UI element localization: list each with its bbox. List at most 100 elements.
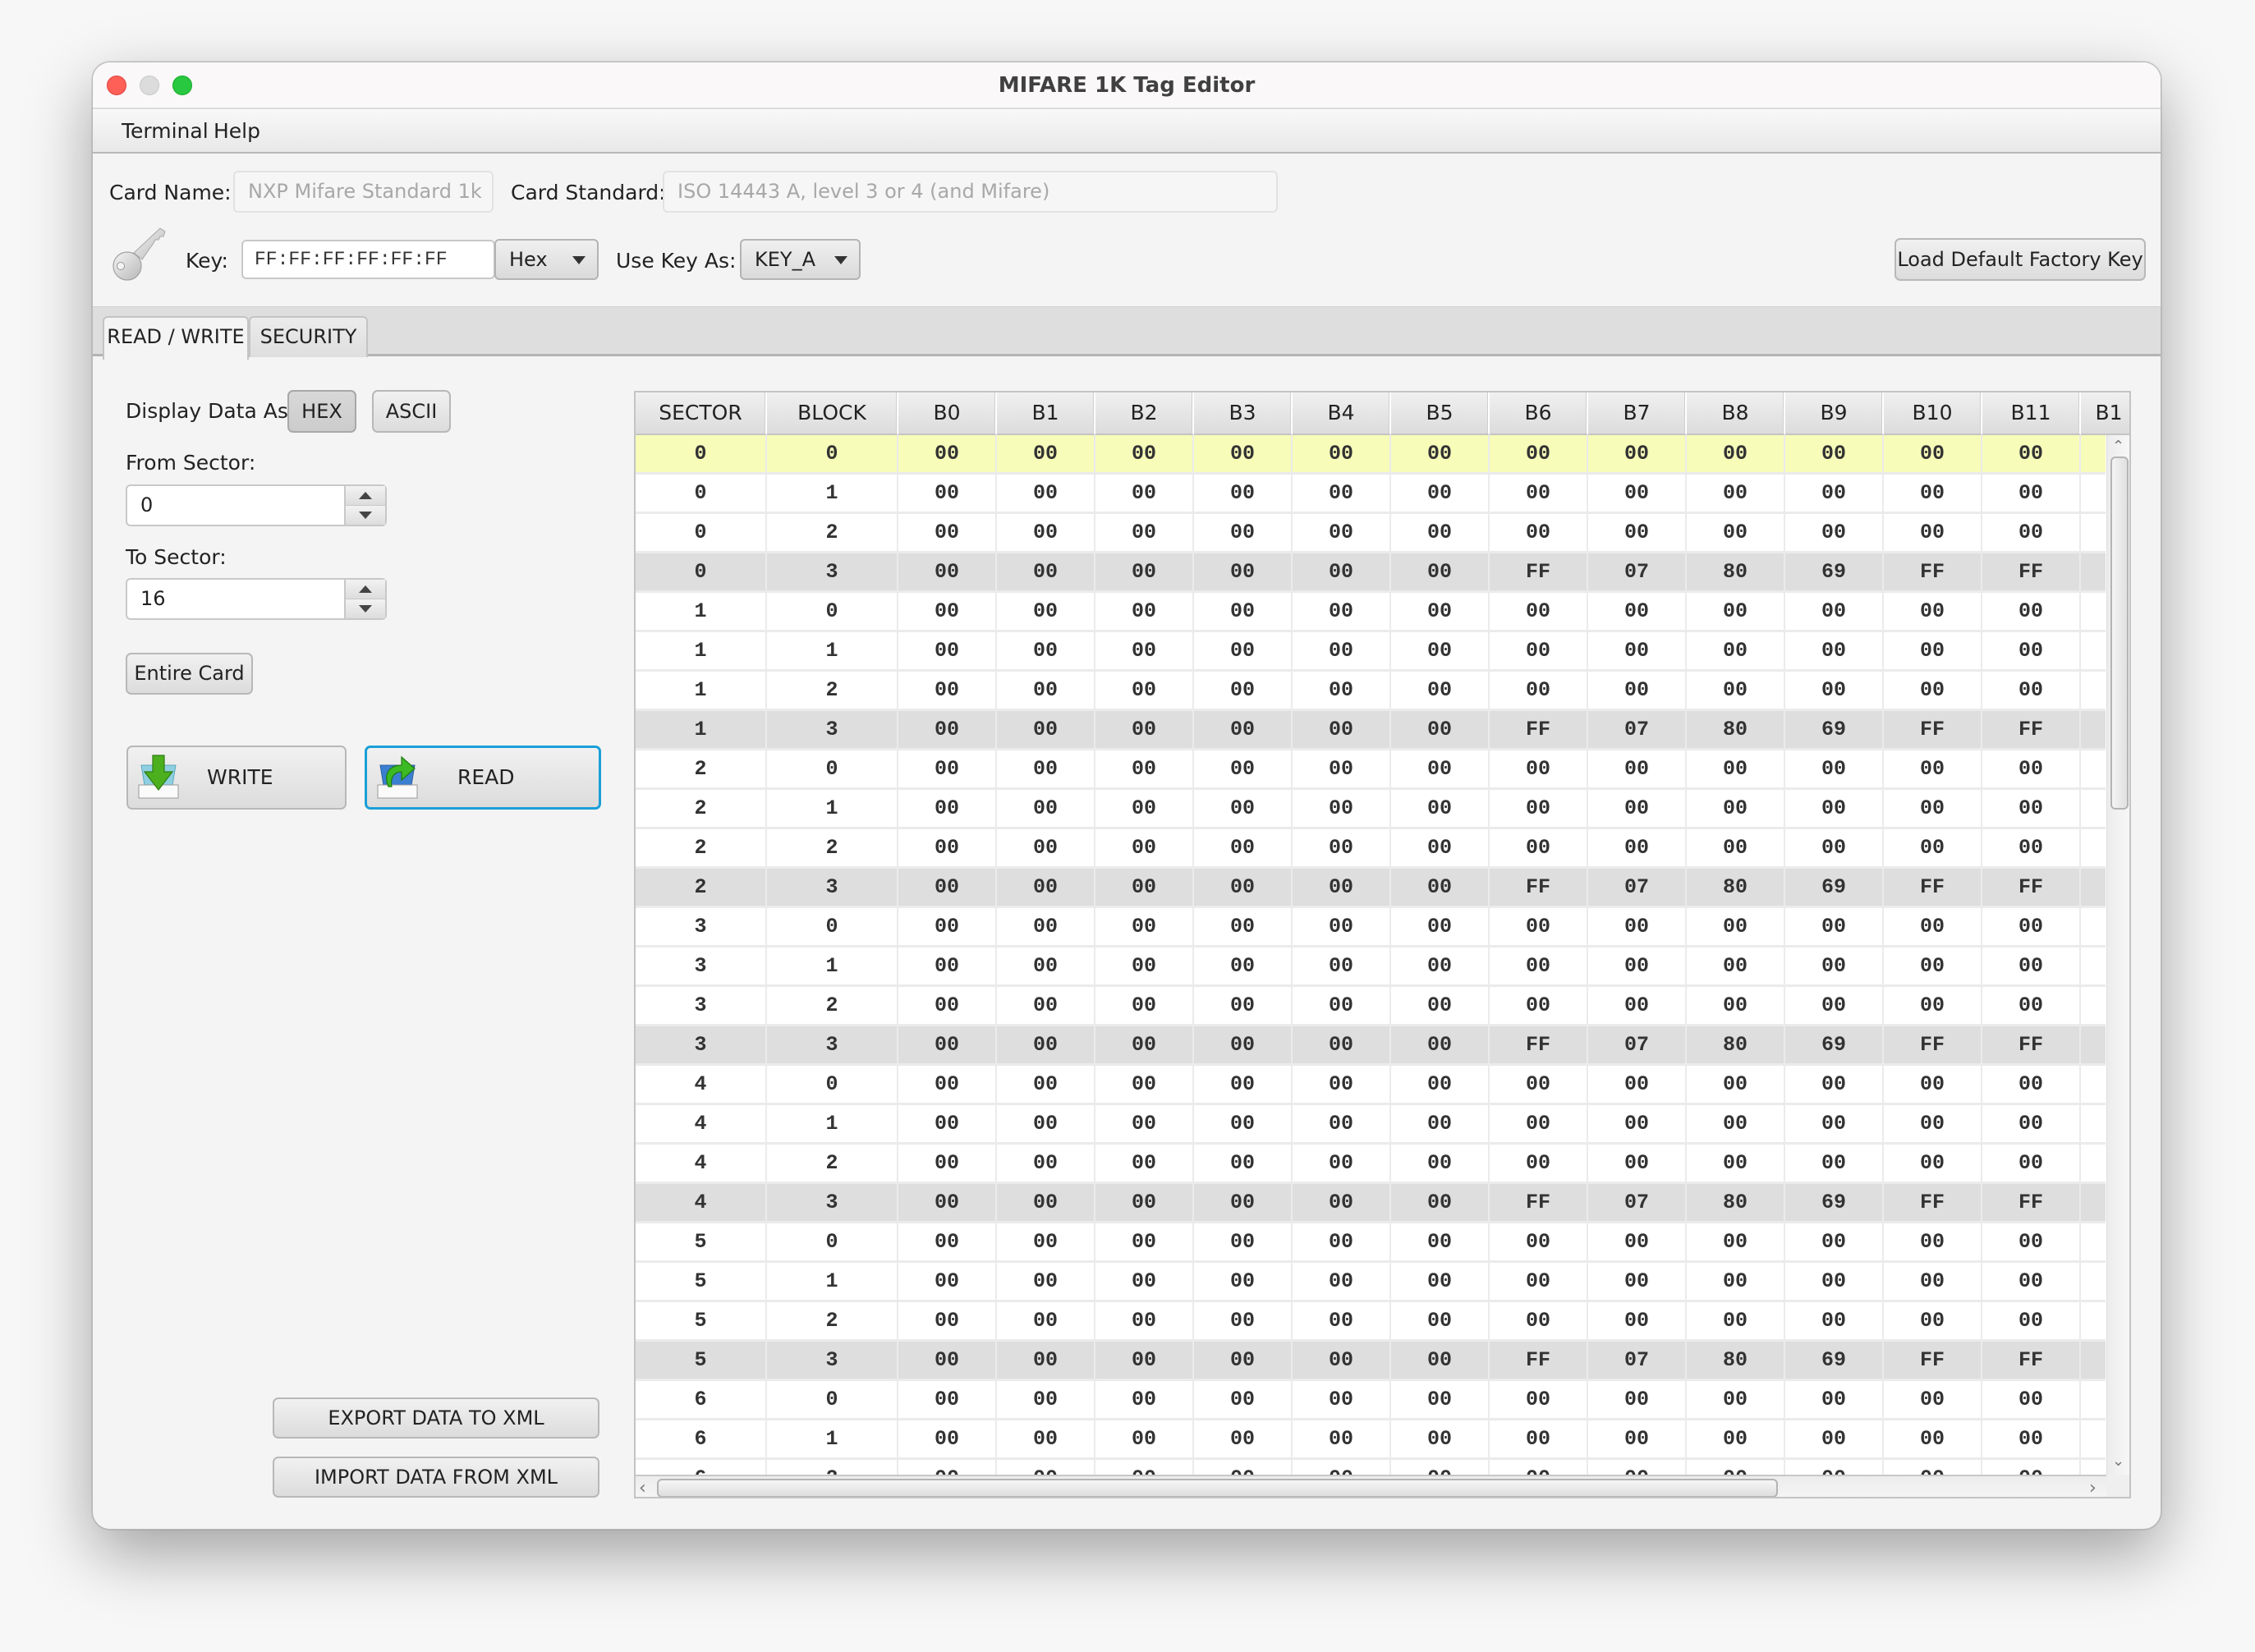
block-cell[interactable]: 3 [767, 1184, 898, 1223]
byte-cell[interactable]: 00 [1194, 829, 1293, 869]
vertical-scrollbar[interactable]: ⌃ ⌄ [2106, 435, 2129, 1478]
byte-cell[interactable]: 00 [1490, 1381, 1588, 1420]
byte-cell[interactable]: 80 [1687, 1026, 1785, 1066]
byte-cell[interactable]: 00 [1490, 1263, 1588, 1302]
byte-cell[interactable]: 00 [1884, 1145, 1982, 1184]
sector-cell[interactable]: 1 [636, 632, 767, 672]
byte-cell[interactable]: 00 [898, 1263, 997, 1302]
sector-cell[interactable]: 0 [636, 435, 767, 475]
byte-cell[interactable]: 00 [1194, 1066, 1293, 1105]
sector-cell[interactable]: 2 [636, 829, 767, 869]
column-header-b1[interactable]: B1 [2081, 392, 2129, 435]
byte-cell[interactable]: FF [1884, 1184, 1982, 1223]
column-header-b8[interactable]: B8 [1687, 392, 1785, 435]
byte-cell[interactable]: 00 [1293, 908, 1391, 948]
block-cell[interactable]: 1 [767, 1105, 898, 1145]
byte-cell[interactable]: 00 [1588, 908, 1687, 948]
sector-cell[interactable]: 4 [636, 1066, 767, 1105]
byte-cell[interactable]: 00 [1588, 987, 1687, 1026]
byte-cell[interactable]: 00 [1884, 1420, 1982, 1460]
table-row[interactable]: 6 0 00 00 00 00 00 00 00 00 00 00 00 00 [636, 1381, 2106, 1420]
byte-cell[interactable]: 00 [1982, 1420, 2081, 1460]
byte-cell[interactable]: 00 [1785, 1223, 1884, 1263]
table-row[interactable]: 3 3 00 00 00 00 00 00 FF 07 80 69 FF FF [636, 1026, 2106, 1066]
byte-cell[interactable]: 00 [1391, 1420, 1490, 1460]
import-xml-button[interactable]: IMPORT DATA FROM XML [273, 1457, 599, 1498]
column-header-b10[interactable]: B10 [1884, 392, 1982, 435]
byte-cell[interactable]: 00 [997, 1026, 1095, 1066]
byte-cell[interactable]: 00 [1490, 1066, 1588, 1105]
byte-cell[interactable]: 00 [1391, 1302, 1490, 1342]
byte-cell[interactable]: FF [1982, 711, 2081, 750]
byte-cell[interactable]: 00 [1095, 1105, 1194, 1145]
byte-cell[interactable]: FF [1884, 869, 1982, 908]
byte-cell[interactable]: 00 [1588, 1302, 1687, 1342]
byte-cell[interactable]: 00 [1982, 475, 2081, 514]
byte-cell[interactable]: 00 [1785, 1381, 1884, 1420]
block-cell[interactable]: 3 [767, 553, 898, 593]
byte-cell[interactable]: 69 [1785, 1026, 1884, 1066]
sector-cell[interactable]: 6 [636, 1460, 767, 1475]
byte-cell[interactable]: 00 [1785, 1460, 1884, 1475]
byte-cell[interactable]: 00 [1095, 1184, 1194, 1223]
byte-cell[interactable]: FF [1490, 1342, 1588, 1381]
byte-cell[interactable]: 00 [1982, 948, 2081, 987]
byte-cell[interactable]: 00 [1194, 1105, 1293, 1145]
block-cell[interactable]: 1 [767, 475, 898, 514]
byte-cell[interactable]: 00 [997, 1184, 1095, 1223]
byte-cell[interactable]: 00 [1687, 672, 1785, 711]
byte-cell[interactable]: 00 [997, 987, 1095, 1026]
byte-cell[interactable]: 00 [1785, 672, 1884, 711]
byte-cell[interactable]: 00 [997, 948, 1095, 987]
table-row[interactable]: 1 1 00 00 00 00 00 00 00 00 00 00 00 00 [636, 632, 2106, 672]
byte-cell[interactable]: 00 [898, 711, 997, 750]
byte-cell[interactable]: 00 [1391, 1145, 1490, 1184]
column-header-b6[interactable]: B6 [1490, 392, 1588, 435]
byte-cell[interactable]: 00 [1687, 750, 1785, 790]
byte-cell[interactable]: 00 [1490, 1460, 1588, 1475]
byte-cell[interactable]: 00 [1391, 632, 1490, 672]
byte-cell[interactable] [2081, 869, 2106, 908]
block-cell[interactable]: 1 [767, 790, 898, 829]
byte-cell[interactable]: 00 [1785, 750, 1884, 790]
byte-cell[interactable]: 00 [1194, 1263, 1293, 1302]
byte-cell[interactable]: 00 [1391, 1223, 1490, 1263]
byte-cell[interactable] [2081, 1342, 2106, 1381]
byte-cell[interactable]: 00 [1785, 593, 1884, 632]
byte-cell[interactable] [2081, 1184, 2106, 1223]
byte-cell[interactable]: 00 [898, 1420, 997, 1460]
byte-cell[interactable]: 00 [1194, 750, 1293, 790]
block-cell[interactable]: 0 [767, 593, 898, 632]
byte-cell[interactable]: 00 [1785, 1263, 1884, 1302]
byte-cell[interactable]: 00 [997, 1145, 1095, 1184]
byte-cell[interactable]: 07 [1588, 553, 1687, 593]
byte-cell[interactable]: 00 [1490, 829, 1588, 869]
byte-cell[interactable]: 00 [1391, 1381, 1490, 1420]
byte-cell[interactable] [2081, 1026, 2106, 1066]
byte-cell[interactable]: 00 [1293, 790, 1391, 829]
column-header-b11[interactable]: B11 [1982, 392, 2081, 435]
byte-cell[interactable]: FF [1490, 1184, 1588, 1223]
key-format-select[interactable]: Hex [494, 239, 599, 280]
load-default-factory-key-button[interactable]: Load Default Factory Key [1894, 238, 2146, 281]
byte-cell[interactable]: 00 [1982, 987, 2081, 1026]
byte-cell[interactable]: 00 [997, 1342, 1095, 1381]
byte-cell[interactable]: 00 [1391, 475, 1490, 514]
table-row[interactable]: 1 2 00 00 00 00 00 00 00 00 00 00 00 00 [636, 672, 2106, 711]
byte-cell[interactable]: 00 [1095, 948, 1194, 987]
byte-cell[interactable]: FF [1884, 1026, 1982, 1066]
block-cell[interactable]: 3 [767, 869, 898, 908]
byte-cell[interactable]: 00 [1588, 475, 1687, 514]
byte-cell[interactable]: 00 [1194, 475, 1293, 514]
byte-cell[interactable]: 00 [1982, 593, 2081, 632]
byte-cell[interactable] [2081, 672, 2106, 711]
byte-cell[interactable]: FF [1982, 1026, 2081, 1066]
block-cell[interactable]: 1 [767, 948, 898, 987]
block-cell[interactable]: 1 [767, 1263, 898, 1302]
byte-cell[interactable]: 00 [1884, 593, 1982, 632]
byte-cell[interactable]: 00 [1194, 908, 1293, 948]
byte-cell[interactable]: 00 [1293, 435, 1391, 475]
byte-cell[interactable]: 00 [1095, 1342, 1194, 1381]
byte-cell[interactable]: 00 [1095, 750, 1194, 790]
byte-cell[interactable]: 00 [1391, 593, 1490, 632]
